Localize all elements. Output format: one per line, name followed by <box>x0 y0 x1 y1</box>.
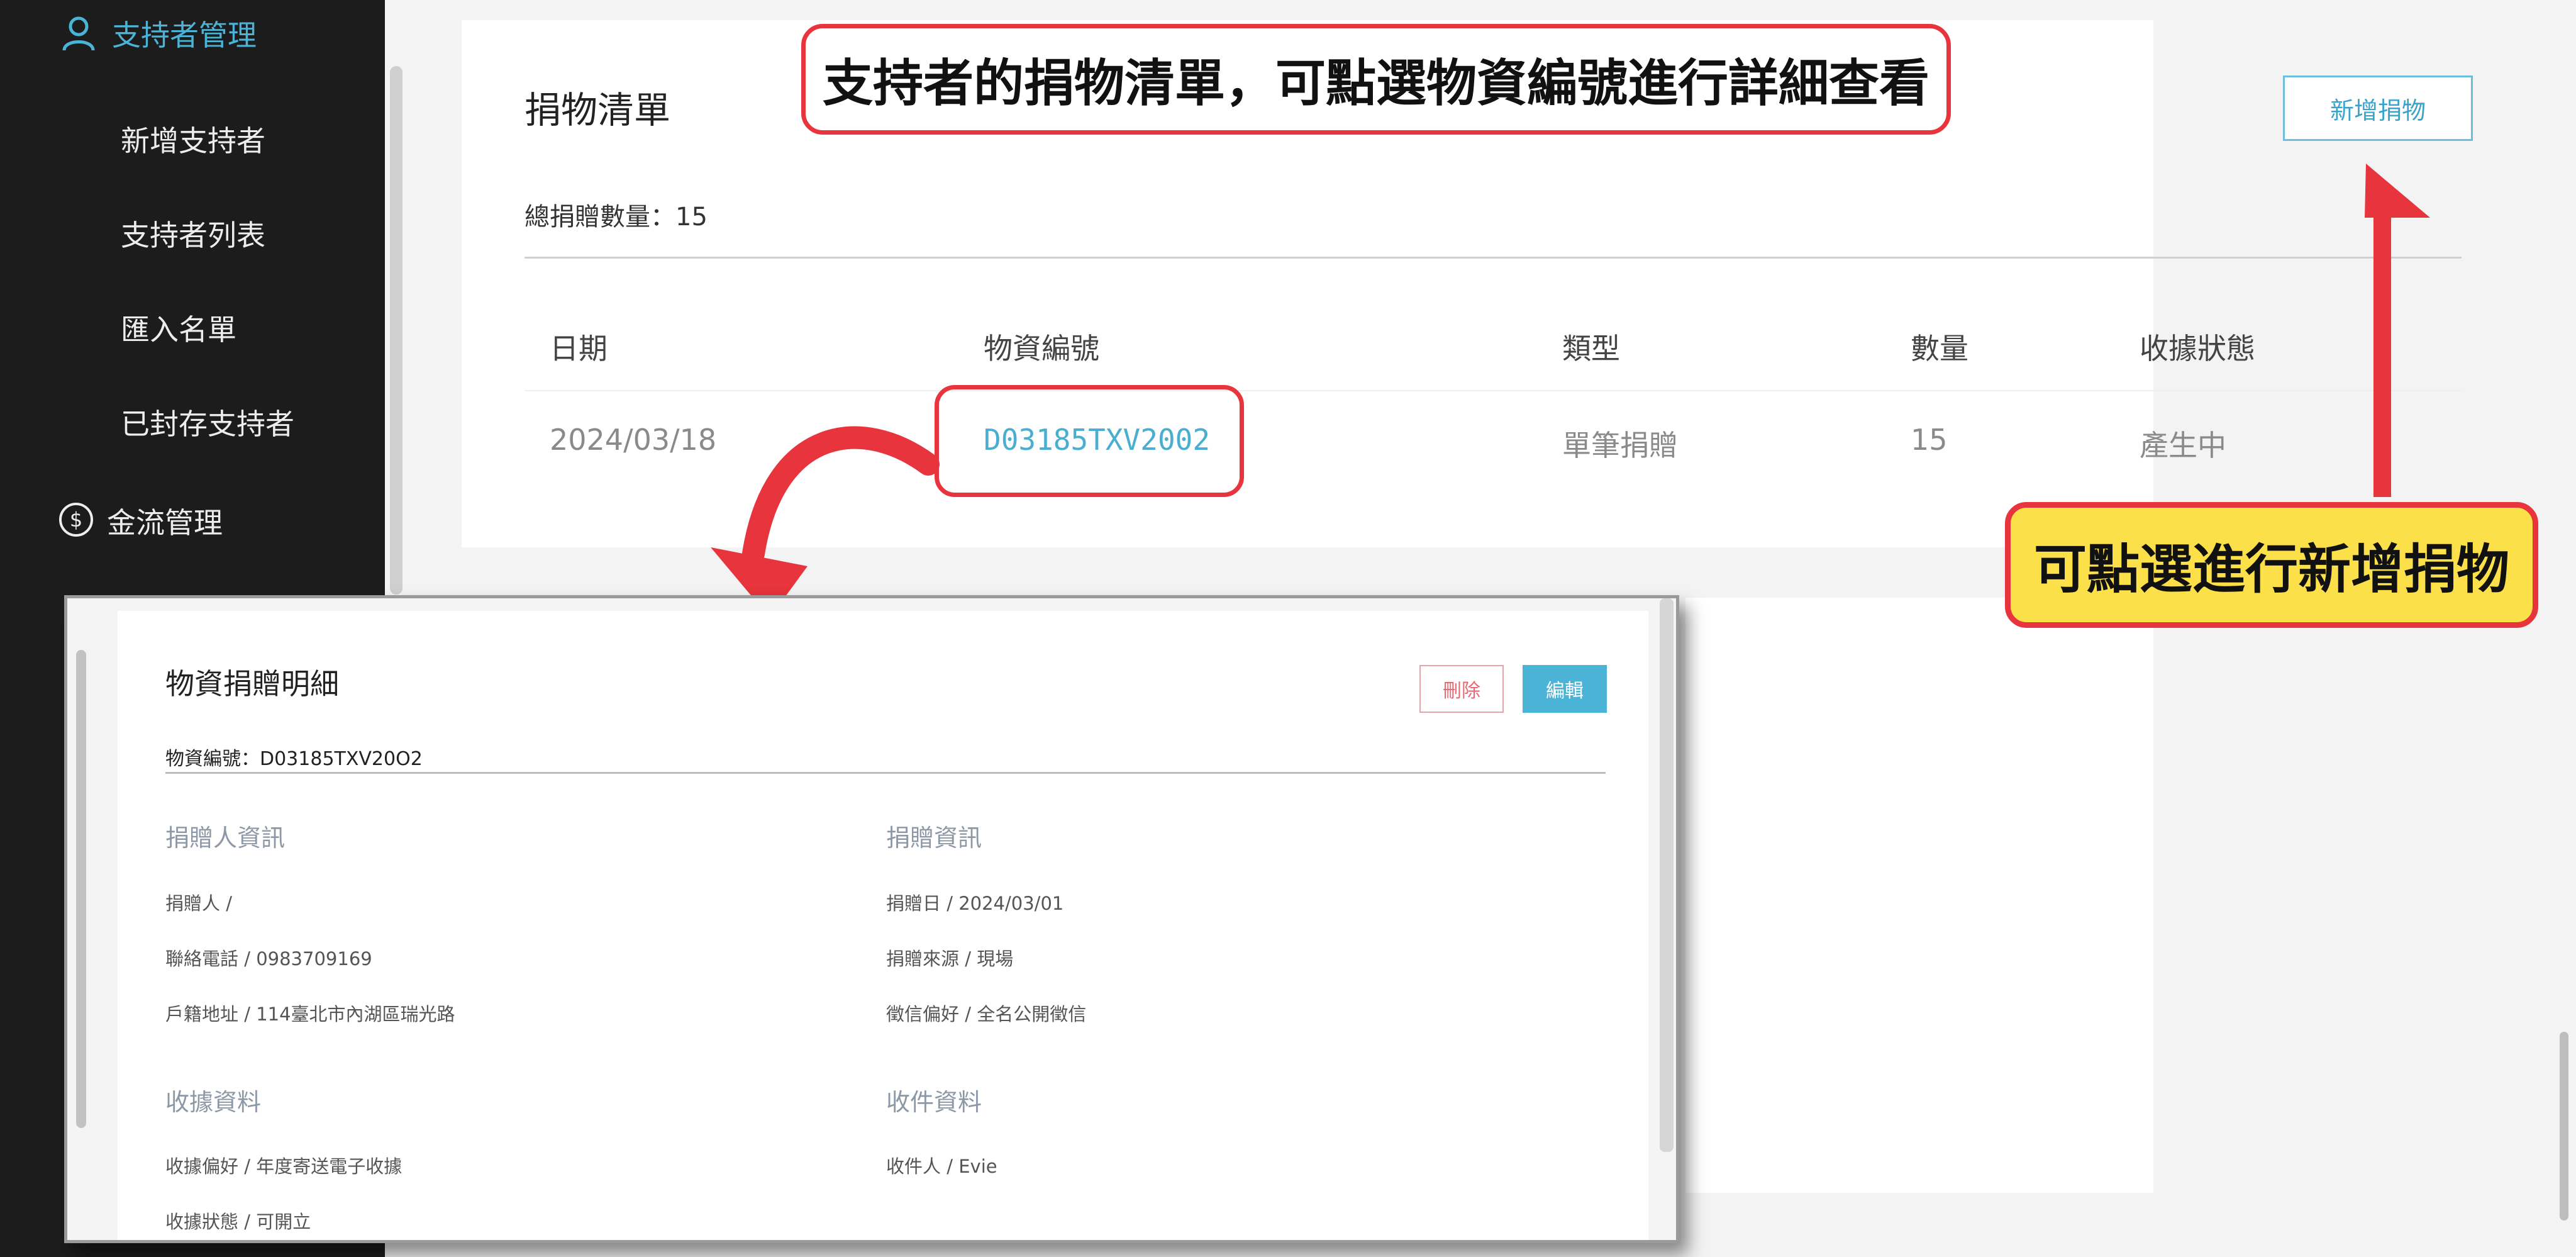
detail-title: 物資捐贈明細 <box>165 667 339 701</box>
donor-address: 戶籍地址 / 114臺北市內湖區瑞光路 <box>165 1003 455 1025</box>
donor-name: 捐贈人 / <box>165 893 232 914</box>
donation-source: 捐贈來源 / 現場 <box>886 948 1014 969</box>
recipient-info-heading: 收件資料 <box>886 1088 982 1116</box>
curved-arrow-icon <box>742 426 940 565</box>
receipt-preference: 收據偏好 / 年度寄送電子收據 <box>165 1156 402 1177</box>
donation-date: 捐贈日 / 2024/03/01 <box>886 893 1064 914</box>
receipt-info-heading: 收據資料 <box>165 1088 262 1116</box>
receipt-status: 收據狀態 / 可開立 <box>165 1211 311 1232</box>
donor-phone: 聯絡電話 / 0983709169 <box>165 948 372 969</box>
popup-scrollbar-left[interactable] <box>76 650 86 1128</box>
acknowledgement-preference: 徵信偏好 / 全名公開徵信 <box>886 1003 1087 1025</box>
donation-detail-popup: 物資捐贈明細 刪除 編輯 物資編號：D03185TXV20O2 捐贈人資訊 捐贈… <box>64 595 1679 1243</box>
recipient-name: 收件人 / Evie <box>886 1156 997 1177</box>
edit-button[interactable]: 編輯 <box>1523 665 1607 713</box>
arrow-head-up-icon <box>2365 164 2430 218</box>
donor-info-heading: 捐贈人資訊 <box>165 824 286 852</box>
donation-detail-card: 物資捐贈明細 刪除 編輯 物資編號：D03185TXV20O2 捐贈人資訊 捐贈… <box>118 611 1648 1240</box>
arrow-shaft-icon <box>2373 196 2391 497</box>
delete-button[interactable]: 刪除 <box>1419 665 1504 713</box>
popup-scrollbar-right[interactable] <box>1660 598 1674 1152</box>
divider <box>165 772 1606 774</box>
detail-item-id: 物資編號：D03185TXV20O2 <box>165 748 423 770</box>
annotation-callout-add: 可點選進行新增捐物 <box>2005 502 2538 628</box>
donation-info-heading: 捐贈資訊 <box>886 824 982 852</box>
